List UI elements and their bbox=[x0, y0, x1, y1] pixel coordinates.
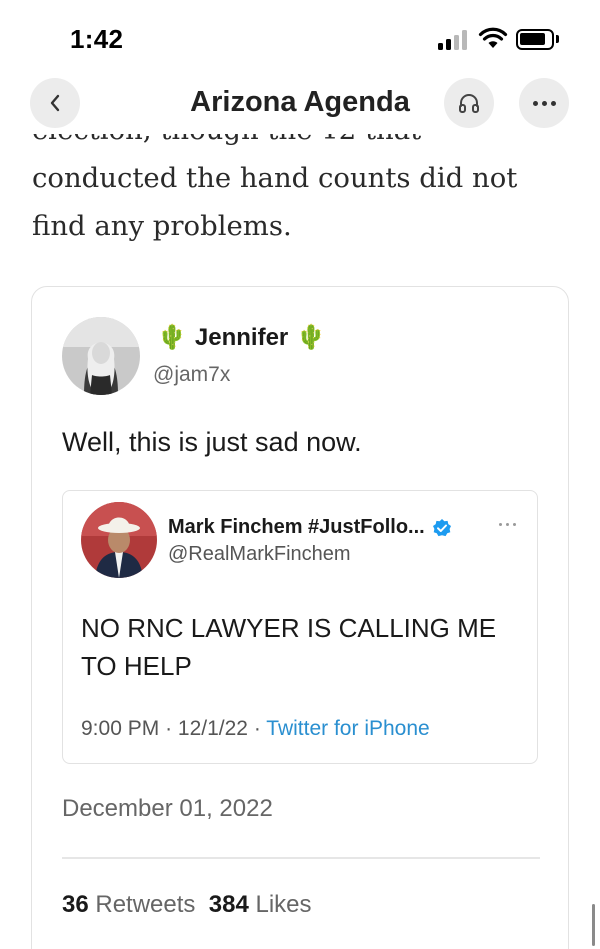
article-line: find any problems. bbox=[32, 210, 292, 242]
quote-more-button[interactable] bbox=[499, 523, 516, 526]
quote-author-handle[interactable]: @RealMarkFinchem bbox=[168, 543, 351, 566]
quote-meta: 9:00 PM · 12/1/22 · Twitter for iPhone bbox=[81, 717, 430, 740]
verified-badge-icon bbox=[432, 518, 451, 536]
retweet-count: 36 bbox=[62, 891, 89, 918]
quote-time: 9:00 PM bbox=[81, 717, 160, 740]
tweet-text: Well, this is just sad now. bbox=[62, 427, 362, 457]
avatar[interactable] bbox=[81, 502, 157, 578]
tweet-date: December 01, 2022 bbox=[62, 795, 273, 822]
tweet-engagement: 36 Retweets 384 Likes bbox=[62, 891, 312, 919]
battery-icon bbox=[516, 29, 554, 50]
nav-bar: Arizona Agenda bbox=[0, 78, 600, 134]
article-line: conducted the hand counts did not bbox=[32, 162, 518, 194]
divider bbox=[62, 857, 540, 859]
scrollbar[interactable] bbox=[592, 904, 595, 946]
tweet-author-name[interactable]: 🌵 Jennifer 🌵 bbox=[157, 323, 326, 352]
more-icon bbox=[499, 523, 516, 526]
quoted-tweet[interactable]: Mark Finchem #JustFollo... @RealMarkFinc… bbox=[62, 490, 538, 764]
tweet-author-handle[interactable]: @jam7x bbox=[153, 363, 230, 387]
retweets-label: Retweets bbox=[95, 891, 196, 918]
listen-button[interactable] bbox=[444, 78, 494, 128]
cactus-emoji: 🌵 bbox=[157, 324, 187, 351]
status-time: 1:42 bbox=[70, 24, 124, 54]
headphones-icon bbox=[459, 94, 479, 113]
like-count: 384 bbox=[208, 891, 249, 918]
quote-source-link[interactable]: Twitter for iPhone bbox=[266, 717, 429, 740]
cactus-emoji: 🌵 bbox=[296, 324, 327, 351]
signal-icon bbox=[438, 30, 470, 50]
quote-author-name-text: Mark Finchem #JustFollo... bbox=[168, 516, 425, 538]
page-title: Arizona Agenda bbox=[190, 86, 410, 118]
article-body: election, though the 12 that conducted t… bbox=[0, 134, 600, 264]
embedded-tweet[interactable]: 🌵 Jennifer 🌵 @jam7x Well, this is just s… bbox=[31, 286, 569, 949]
wifi-icon bbox=[478, 27, 508, 48]
quote-author-name[interactable]: Mark Finchem #JustFollo... bbox=[168, 516, 452, 539]
more-icon bbox=[532, 100, 556, 106]
avatar[interactable] bbox=[62, 317, 140, 395]
likes-label: Likes bbox=[255, 891, 312, 918]
quote-text: NO RNC LAWYER IS CALLING ME TO HELP bbox=[81, 613, 497, 681]
quote-date: 12/1/22 bbox=[177, 717, 248, 740]
article-line: election, though the 12 that bbox=[32, 134, 572, 154]
author-name-text: Jennifer bbox=[194, 323, 289, 351]
status-bar: 1:42 bbox=[0, 0, 600, 80]
more-button[interactable] bbox=[519, 78, 569, 128]
